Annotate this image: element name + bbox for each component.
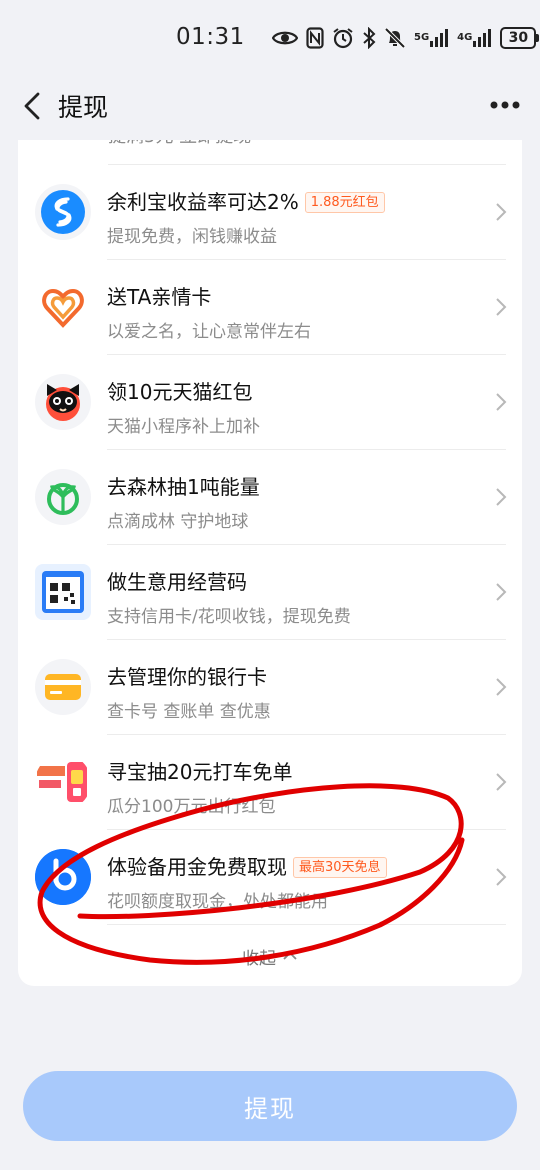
reward-badge: 1.88元红包 <box>304 192 385 213</box>
item-subtitle: 提现免费，闲钱赚收益 <box>107 227 277 247</box>
forest-icon <box>35 469 91 525</box>
service-list: 余利宝收益率可达2% 1.88元红包 提现免费，闲钱赚收益 送TA亲情卡 以爱之名… <box>18 165 522 925</box>
beiyongjin-icon <box>35 849 91 905</box>
item-title: 去管理你的银行卡 <box>107 665 267 689</box>
list-item-business-qr[interactable]: 做生意用经营码 支持信用卡/花呗收钱，提现免费 <box>18 545 522 640</box>
list-item-yulibao[interactable]: 余利宝收益率可达2% 1.88元红包 提现免费，闲钱赚收益 <box>18 165 522 260</box>
eye-icon <box>272 26 298 50</box>
family-card-icon <box>35 279 91 335</box>
battery-icon: 30 <box>500 27 540 49</box>
item-subtitle: 查卡号 查账单 查优惠 <box>107 702 271 722</box>
chevron-right-icon <box>496 868 507 886</box>
nfc-icon <box>306 26 324 50</box>
withdraw-button[interactable]: 提现 <box>23 1071 517 1141</box>
list-item-bank-card[interactable]: 去管理你的银行卡 查卡号 查账单 查优惠 <box>18 640 522 735</box>
nav-bar: 提现 <box>0 78 540 134</box>
chevron-right-icon <box>496 203 507 221</box>
page-title: 提现 <box>58 93 109 122</box>
item-title: 余利宝收益率可达2% <box>107 190 299 214</box>
yulibao-icon <box>35 184 91 240</box>
item-subtitle: 点滴成林 守护地球 <box>107 512 249 532</box>
status-time: 01:31 <box>176 24 245 50</box>
chevron-right-icon <box>496 773 507 791</box>
list-item-treasure-hunt[interactable]: 寻宝抽20元打车免单 瓜分100万元出行红包 <box>18 735 522 830</box>
item-title: 领10元天猫红包 <box>107 380 253 404</box>
signal-5g-icon: 5G <box>414 26 449 50</box>
business-qr-icon <box>35 564 91 620</box>
status-bar: 01:31 5G 4G 30 <box>0 0 540 78</box>
collapse-label: 收起 <box>242 948 276 969</box>
mute-icon <box>384 26 406 50</box>
interest-free-badge: 最高30天免息 <box>293 857 387 878</box>
list-item-tmall[interactable]: 领10元天猫红包 天猫小程序补上加补 <box>18 355 522 450</box>
chevron-right-icon <box>496 298 507 316</box>
item-title: 去森林抽1吨能量 <box>107 475 260 499</box>
more-button[interactable] <box>488 92 522 118</box>
alarm-icon <box>332 26 354 50</box>
item-title: 寻宝抽20元打车免单 <box>107 760 293 784</box>
chevron-right-icon <box>496 583 507 601</box>
item-subtitle: 支持信用卡/花呗收钱，提现免费 <box>107 607 351 627</box>
bluetooth-icon <box>362 26 376 50</box>
chevron-right-icon <box>496 393 507 411</box>
item-subtitle: 瓜分100万元出行红包 <box>107 797 276 817</box>
back-arrow-icon <box>24 92 40 120</box>
bank-card-icon <box>35 659 91 715</box>
cut-off-item[interactable]: 提满5元 立即提现 <box>18 140 522 165</box>
chevron-right-icon <box>496 678 507 696</box>
more-dots-icon <box>490 101 520 109</box>
cut-off-subtitle: 提满5元 立即提现 <box>108 140 251 148</box>
item-subtitle: 以爱之名，让心意常伴左右 <box>107 322 311 342</box>
item-title: 体验备用金免费取现 <box>107 855 287 879</box>
collapse-button[interactable]: 收起 <box>18 940 522 972</box>
item-subtitle: 天猫小程序补上加补 <box>107 417 260 437</box>
divider <box>107 924 506 925</box>
status-icons: 5G 4G 30 <box>272 26 540 50</box>
chevron-right-icon <box>496 488 507 506</box>
list-item-family-card[interactable]: 送TA亲情卡 以爱之名，让心意常伴左右 <box>18 260 522 355</box>
item-title: 做生意用经营码 <box>107 570 247 594</box>
item-subtitle: 花呗额度取现金，处处都能用 <box>107 892 328 912</box>
item-title: 送TA亲情卡 <box>107 285 212 309</box>
service-card: 提满5元 立即提现 余利宝收益率可达2%1.88元红包 提现免费，闲钱赚收益 送… <box>18 140 522 986</box>
list-item-beiyongjin[interactable]: 体验备用金免费取现 最高30天免息 花呗额度取现金，处处都能用 <box>18 830 522 925</box>
list-item-forest[interactable]: 去森林抽1吨能量 点滴成林 守护地球 <box>18 450 522 545</box>
back-button[interactable] <box>14 88 50 124</box>
treasure-hunt-icon <box>35 754 91 810</box>
chevron-up-icon <box>283 951 297 960</box>
signal-4g-icon: 4G <box>457 26 492 50</box>
tmall-icon <box>35 374 91 430</box>
